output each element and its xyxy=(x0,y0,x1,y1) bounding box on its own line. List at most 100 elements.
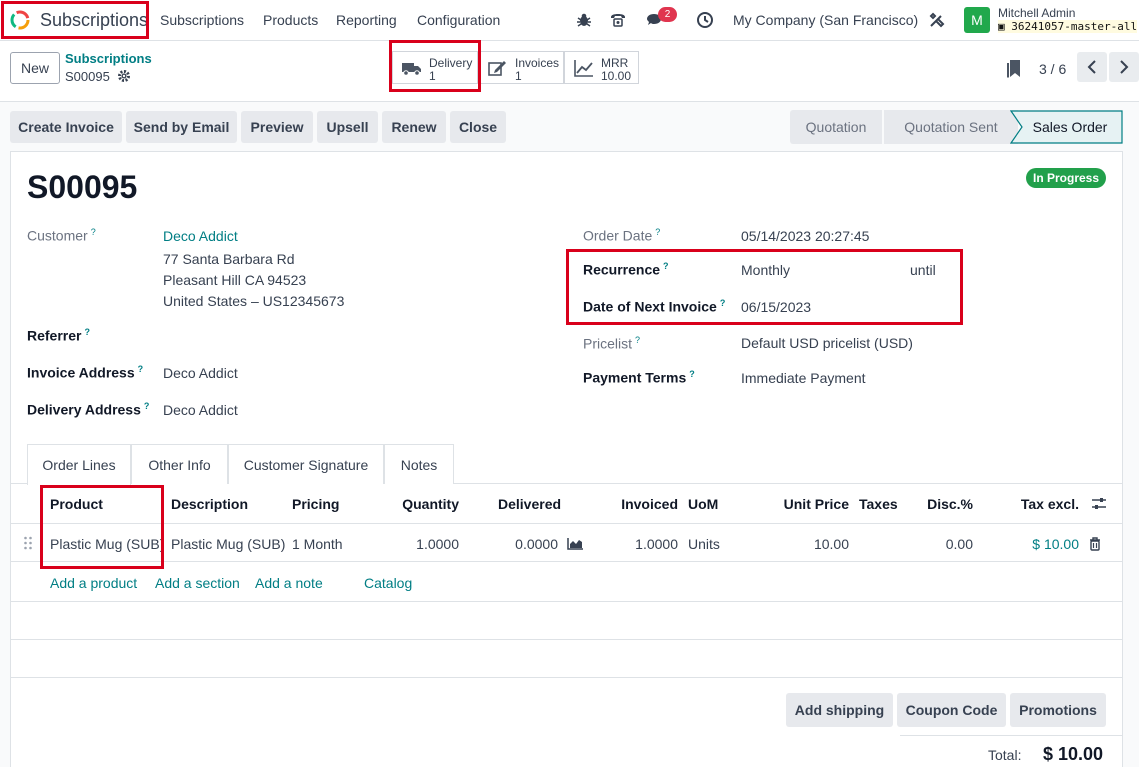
col-pricing[interactable]: Pricing xyxy=(292,496,339,512)
col-taxes[interactable]: Taxes xyxy=(859,496,898,512)
order-date-label: Order Date? xyxy=(583,227,660,244)
pager-previous-button[interactable] xyxy=(1077,52,1107,82)
invoices-count: 1 xyxy=(515,69,522,83)
total-label: Total: xyxy=(988,747,1022,763)
stage-sales-order[interactable]: Sales Order xyxy=(1020,110,1120,144)
col-invoiced[interactable]: Invoiced xyxy=(621,496,678,512)
pricelist-field[interactable]: Default USD pricelist (USD) xyxy=(741,335,913,351)
payment-terms-field[interactable]: Immediate Payment xyxy=(741,370,866,386)
upsell-button[interactable]: Upsell xyxy=(317,111,378,143)
pager-next-button[interactable] xyxy=(1109,52,1139,82)
user-name[interactable]: Mitchell Admin xyxy=(998,6,1075,20)
catalog-link[interactable]: Catalog xyxy=(364,575,412,591)
trash-icon[interactable] xyxy=(1089,537,1101,551)
cell-uom[interactable]: Units xyxy=(688,536,720,552)
pager-value[interactable]: 3 / 6 xyxy=(1039,61,1066,77)
menu-products[interactable]: Products xyxy=(263,12,318,28)
tab-order-lines[interactable]: Order Lines xyxy=(27,444,131,485)
stage-quotation[interactable]: Quotation xyxy=(790,110,882,144)
add-product-link[interactable]: Add a product xyxy=(50,575,137,591)
col-uom[interactable]: UoM xyxy=(688,496,718,512)
help-icon[interactable]: ? xyxy=(663,261,669,271)
empty-row-divider-3 xyxy=(11,677,1122,678)
empty-row-divider-1 xyxy=(11,601,1122,602)
order-date-field[interactable]: 05/14/2023 20:27:45 xyxy=(741,228,869,244)
optional-columns-icon[interactable] xyxy=(1091,497,1107,511)
mrr-smart-button[interactable]: MRR 10.00 xyxy=(564,51,639,84)
col-description[interactable]: Description xyxy=(171,496,248,512)
app-name[interactable]: Subscriptions xyxy=(40,10,148,31)
chevron-left-icon xyxy=(1087,60,1096,74)
col-quantity[interactable]: Quantity xyxy=(402,496,459,512)
pricelist-label: Pricelist? xyxy=(583,335,640,352)
delivery-smart-button[interactable]: Delivery 1 xyxy=(392,51,478,84)
col-unit-price[interactable]: Unit Price xyxy=(784,496,849,512)
breadcrumb-parent[interactable]: Subscriptions xyxy=(65,51,152,66)
invoice-address-field[interactable]: Deco Addict xyxy=(163,365,238,381)
avatar[interactable]: M xyxy=(964,7,990,33)
company-switcher[interactable]: My Company (San Francisco) xyxy=(733,12,918,28)
tab-other-info[interactable]: Other Info xyxy=(131,444,228,484)
database-name-text: 36241057-master-all xyxy=(1011,20,1138,33)
cell-invoiced[interactable]: 1.0000 xyxy=(635,536,678,552)
recurrence-field[interactable]: Monthly xyxy=(741,262,790,278)
menu-configuration[interactable]: Configuration xyxy=(417,12,500,28)
promotions-button[interactable]: Promotions xyxy=(1010,693,1106,727)
phone-icon[interactable] xyxy=(609,11,627,29)
cell-pricing[interactable]: 1 Month xyxy=(292,536,343,552)
delivery-address-field[interactable]: Deco Addict xyxy=(163,402,238,418)
help-icon[interactable]: ? xyxy=(689,369,695,379)
col-delivered[interactable]: Delivered xyxy=(498,496,561,512)
until-label: until xyxy=(910,262,936,278)
drag-handle-icon[interactable] xyxy=(23,536,33,550)
cell-quantity[interactable]: 1.0000 xyxy=(416,536,459,552)
help-icon[interactable]: ? xyxy=(91,227,96,237)
add-shipping-button[interactable]: Add shipping xyxy=(786,693,893,727)
cell-subtotal: $ 10.00 xyxy=(1032,536,1079,552)
cell-unit-price[interactable]: 10.00 xyxy=(814,536,849,552)
customer-field[interactable]: Deco Addict xyxy=(163,228,238,244)
coupon-code-button[interactable]: Coupon Code xyxy=(897,693,1006,727)
help-icon[interactable]: ? xyxy=(138,364,144,374)
menu-reporting[interactable]: Reporting xyxy=(336,12,397,28)
cell-delivered[interactable]: 0.0000 xyxy=(515,536,558,552)
cell-description[interactable]: Plastic Mug (SUB) xyxy=(171,536,285,552)
invoices-smart-button[interactable]: Invoices 1 xyxy=(478,51,564,84)
bug-icon[interactable] xyxy=(575,11,593,29)
menu-subscriptions[interactable]: Subscriptions xyxy=(160,12,244,28)
control-panel: New Subscriptions S00095 Delivery 1 Invo… xyxy=(0,41,1139,102)
help-icon[interactable]: ? xyxy=(655,227,660,237)
create-invoice-button[interactable]: Create Invoice xyxy=(10,111,122,143)
customer-label: Customer? xyxy=(27,227,96,244)
tab-notes[interactable]: Notes xyxy=(384,444,454,484)
help-icon[interactable]: ? xyxy=(720,298,726,308)
send-by-email-button[interactable]: Send by Email xyxy=(126,111,237,143)
help-icon[interactable]: ? xyxy=(144,401,150,411)
breadcrumb-current: S00095 xyxy=(65,69,110,84)
gear-icon[interactable] xyxy=(117,69,131,83)
add-note-link[interactable]: Add a note xyxy=(255,575,323,591)
renew-button[interactable]: Renew xyxy=(382,111,446,143)
delivery-address-label: Delivery Address? xyxy=(27,401,149,418)
add-section-link[interactable]: Add a section xyxy=(155,575,240,591)
subscriptions-logo-icon[interactable] xyxy=(9,9,31,31)
clock-icon[interactable] xyxy=(696,11,714,29)
next-invoice-field[interactable]: 06/15/2023 xyxy=(741,299,811,315)
preview-button[interactable]: Preview xyxy=(241,111,313,143)
cell-discount[interactable]: 0.00 xyxy=(946,536,973,552)
address-line-3: United States – US12345673 xyxy=(163,293,345,309)
col-discount[interactable]: Disc.% xyxy=(927,496,973,512)
help-icon[interactable]: ? xyxy=(84,327,90,337)
close-button[interactable]: Close xyxy=(450,111,506,143)
col-product[interactable]: Product xyxy=(50,496,103,512)
bookmarks-icon xyxy=(1007,60,1020,78)
col-subtotal[interactable]: Tax excl. xyxy=(1021,496,1079,512)
area-chart-icon[interactable] xyxy=(567,537,584,550)
stage-quotation-sent[interactable]: Quotation Sent xyxy=(884,110,1018,144)
tools-icon[interactable] xyxy=(928,11,946,29)
tab-customer-signature[interactable]: Customer Signature xyxy=(228,444,384,484)
cell-product[interactable]: Plastic Mug (SUB) xyxy=(50,536,164,552)
payment-terms-label-text: Payment Terms xyxy=(583,369,687,386)
new-button[interactable]: New xyxy=(10,52,60,84)
help-icon[interactable]: ? xyxy=(635,335,640,345)
